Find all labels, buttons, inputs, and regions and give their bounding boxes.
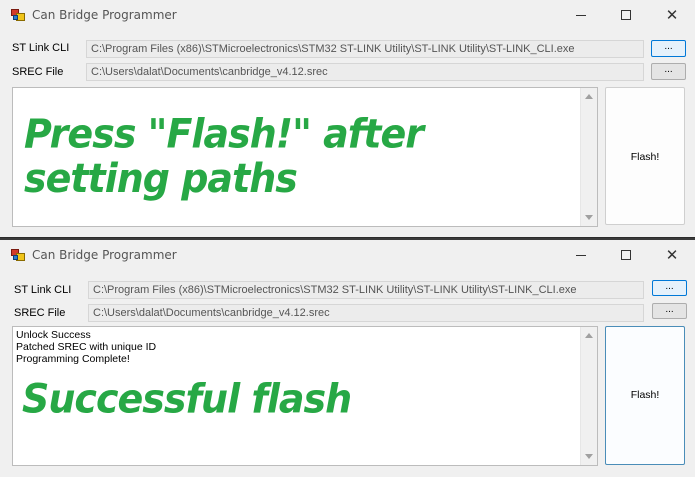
- log-line: Programming Complete!: [16, 353, 130, 365]
- srec-label: SREC File: [12, 66, 64, 78]
- stlink-path-field[interactable]: C:\Program Files (x86)\STMicroelectronic…: [86, 40, 644, 58]
- srec-path-field[interactable]: C:\Users\dalat\Documents\canbridge_v4.12…: [88, 304, 644, 322]
- flash-button[interactable]: Flash!: [605, 326, 685, 465]
- log-line: Patched SREC with unique ID: [16, 341, 157, 353]
- minimize-icon: [576, 254, 586, 256]
- srec-browse-button[interactable]: ...: [651, 63, 686, 80]
- app-window-before: Can Bridge Programmer ✕ ST Link CLI C:\P…: [0, 0, 695, 238]
- stlink-path-field[interactable]: C:\Program Files (x86)\STMicroelectronic…: [88, 281, 644, 299]
- log-scrollbar[interactable]: [580, 88, 597, 226]
- caption-line-1: Press "Flash!" after: [24, 110, 424, 158]
- stlink-browse-button[interactable]: ...: [652, 280, 687, 296]
- srec-path-field[interactable]: C:\Users\dalat\Documents\canbridge_v4.12…: [86, 63, 644, 81]
- minimize-icon: [576, 14, 586, 16]
- scroll-down-icon[interactable]: [585, 454, 593, 459]
- log-line: Unlock Success: [16, 329, 91, 341]
- title-bar[interactable]: Can Bridge Programmer ✕: [0, 0, 695, 32]
- close-button[interactable]: ✕: [649, 0, 695, 30]
- maximize-icon: [621, 250, 631, 260]
- scroll-up-icon[interactable]: [585, 333, 593, 338]
- srec-label: SREC File: [14, 307, 66, 319]
- window-title: Can Bridge Programmer: [32, 248, 177, 262]
- scroll-down-icon[interactable]: [585, 215, 593, 220]
- maximize-button[interactable]: [603, 240, 649, 270]
- app-icon: [11, 249, 25, 261]
- minimize-button[interactable]: [558, 0, 604, 30]
- minimize-button[interactable]: [558, 240, 604, 270]
- close-icon: ✕: [665, 5, 679, 24]
- srec-browse-button[interactable]: ...: [652, 303, 687, 319]
- annotation-caption-after: Successful flash: [22, 375, 352, 423]
- app-icon: [11, 9, 25, 21]
- close-icon: ✕: [665, 245, 679, 264]
- app-window-after: Can Bridge Programmer ✕ ST Link CLI C:\P…: [0, 240, 695, 477]
- close-button[interactable]: ✕: [649, 240, 695, 270]
- log-scrollbar[interactable]: [580, 327, 597, 465]
- stlink-label: ST Link CLI: [14, 284, 72, 296]
- caption-line-2: setting paths: [24, 155, 298, 202]
- maximize-button[interactable]: [603, 0, 649, 30]
- window-title: Can Bridge Programmer: [32, 8, 177, 22]
- stlink-browse-button[interactable]: ...: [651, 40, 686, 57]
- stlink-label: ST Link CLI: [12, 42, 70, 54]
- maximize-icon: [621, 10, 631, 20]
- flash-button[interactable]: Flash!: [605, 87, 685, 225]
- log-lines: Unlock Success Patched SREC with unique …: [16, 329, 156, 365]
- annotation-caption-before: Press "Flash!" after setting paths: [24, 110, 424, 202]
- title-bar[interactable]: Can Bridge Programmer ✕: [0, 240, 695, 272]
- scroll-up-icon[interactable]: [585, 94, 593, 99]
